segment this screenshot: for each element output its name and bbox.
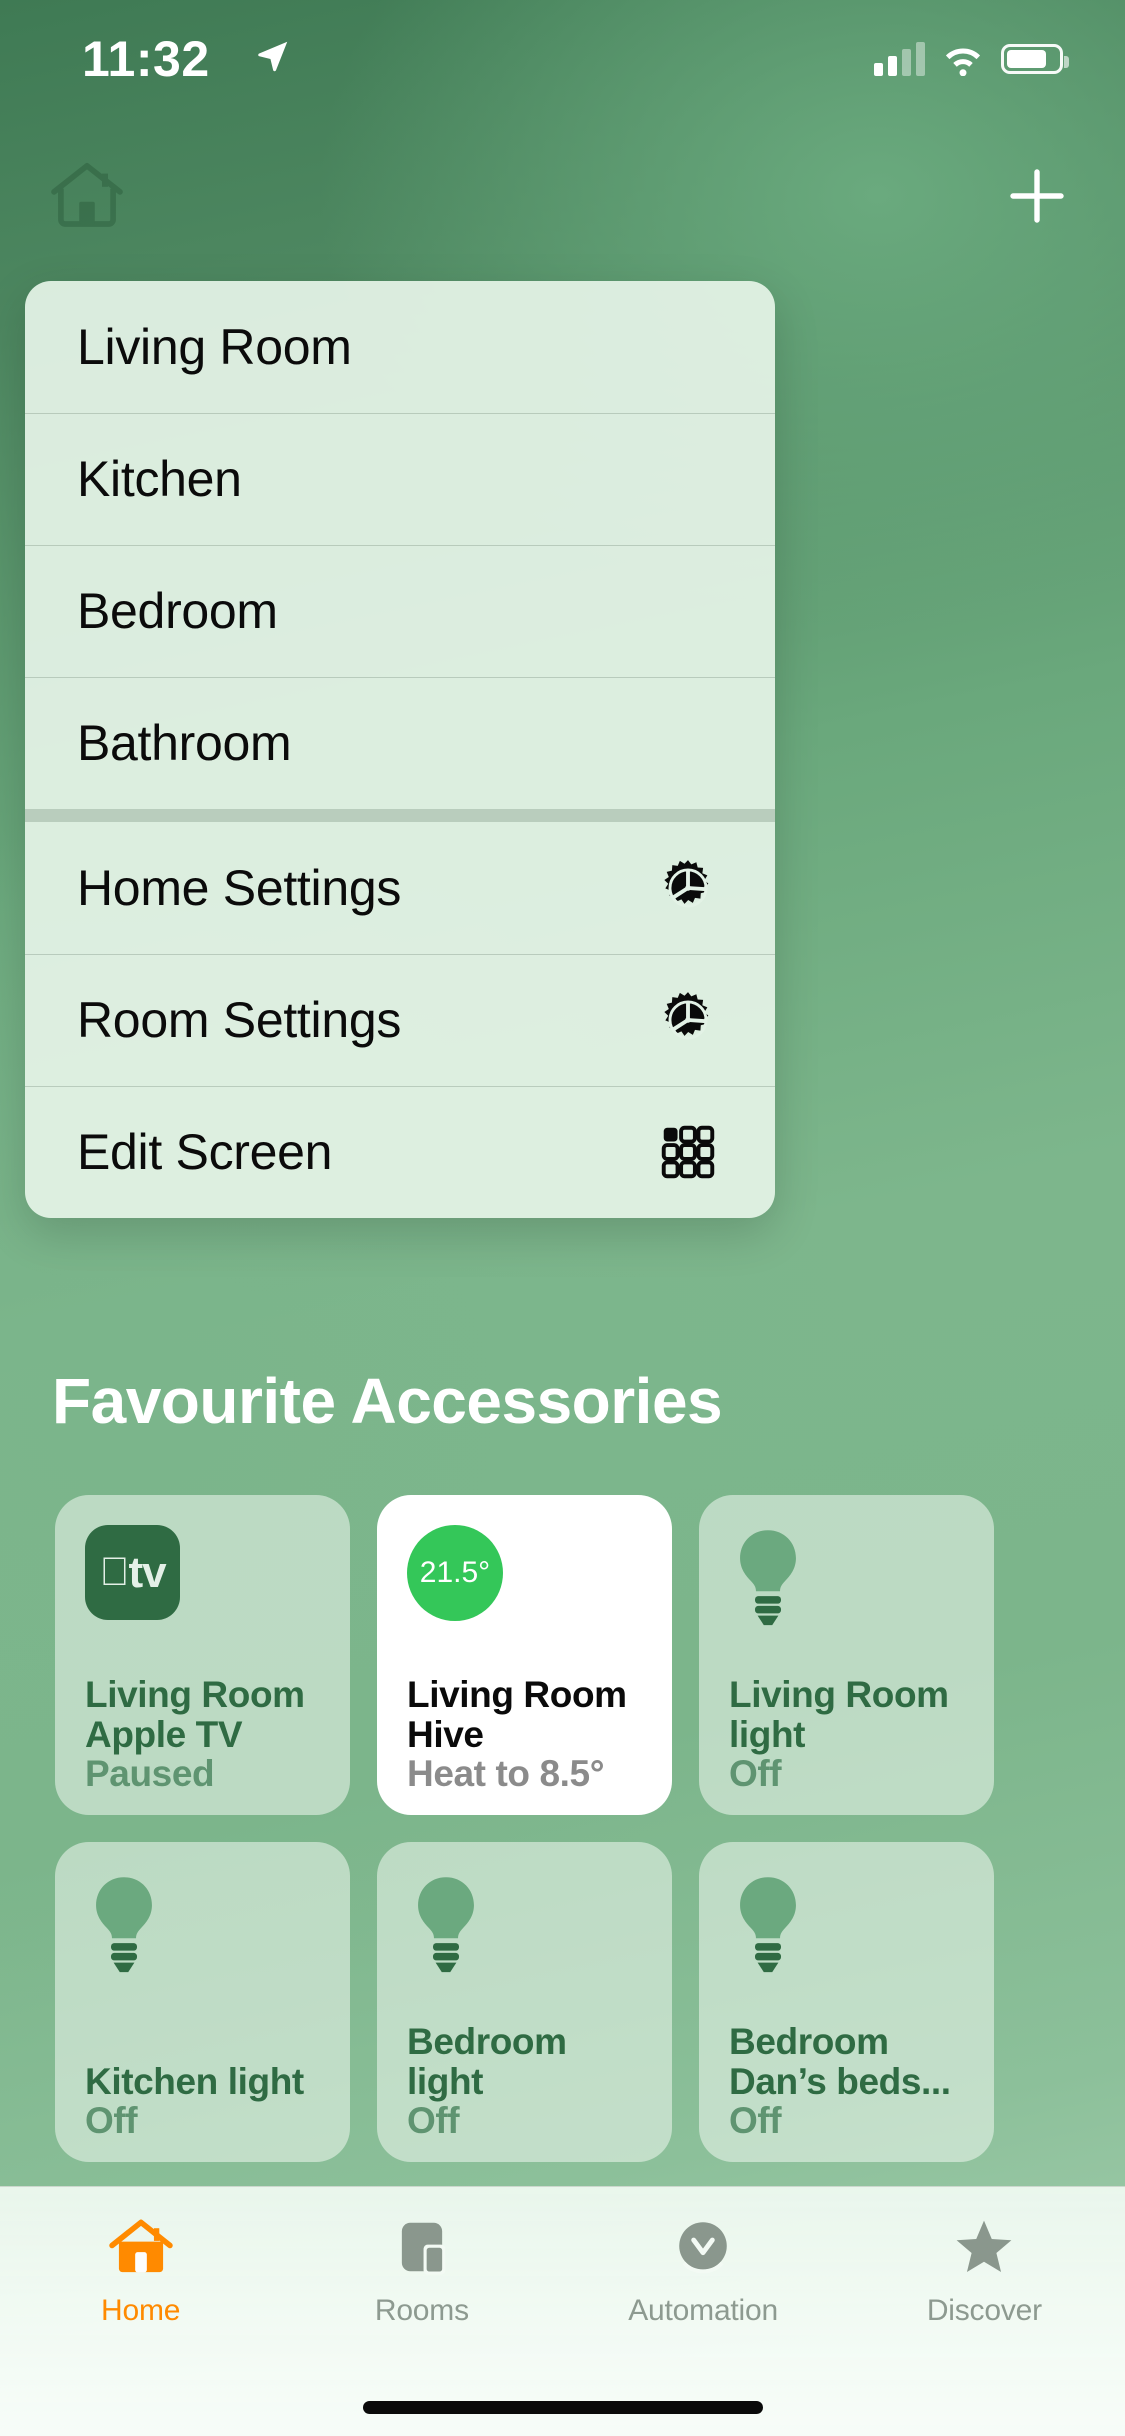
menu-item-label: Home Settings: [77, 860, 402, 916]
tab-rooms[interactable]: Rooms: [281, 2213, 562, 2328]
gear-icon: [655, 855, 721, 921]
gear-icon: [655, 987, 721, 1053]
rooms-icon: [391, 2213, 453, 2281]
accessory-name: Bedroom Dan’s beds...: [729, 2021, 951, 2102]
status-bar-indicators: [874, 42, 1069, 76]
section-title-favourite-accessories: Favourite Accessories: [52, 1365, 723, 1437]
clock-check-icon: [672, 2213, 734, 2281]
nav-header: [0, 150, 1125, 260]
tab-automation[interactable]: Automation: [563, 2213, 844, 2328]
menu-item-edit-screen[interactable]: Edit Screen: [25, 1086, 775, 1218]
menu-item-room-settings[interactable]: Room Settings: [25, 954, 775, 1086]
tab-label: Home: [101, 2294, 181, 2327]
menu-item-label: Edit Screen: [77, 1124, 333, 1180]
accessory-card-bedroom-dans-bedside[interactable]: Bedroom Dan’s beds... Off: [699, 1842, 994, 2162]
menu-item-label: Bedroom: [77, 583, 278, 639]
accessory-card-kitchen-light[interactable]: Kitchen light Off: [55, 1842, 350, 2162]
apple-tv-icon: tv: [85, 1525, 324, 1633]
lightbulb-icon: [729, 1525, 968, 1633]
home-context-menu[interactable]: Living Room Kitchen Bedroom Bathroom Hom…: [25, 281, 775, 1218]
menu-item-kitchen[interactable]: Kitchen: [25, 413, 775, 545]
menu-item-bathroom[interactable]: Bathroom: [25, 677, 775, 809]
menu-item-living-room[interactable]: Living Room: [25, 281, 775, 413]
tab-home[interactable]: Home: [0, 2213, 281, 2328]
status-bar: 11:32: [0, 0, 1125, 132]
accessory-name: Kitchen light: [85, 2060, 304, 2102]
menu-item-label: Room Settings: [77, 992, 402, 1048]
tab-label: Rooms: [374, 2294, 469, 2327]
lightbulb-icon: [407, 1872, 646, 1980]
plus-icon[interactable]: [1001, 160, 1073, 237]
cellular-bars-icon: [874, 42, 925, 76]
accessory-state: Off: [729, 2099, 782, 2141]
accessory-state: Heat to 8.5°: [407, 1752, 605, 1794]
menu-item-bedroom[interactable]: Bedroom: [25, 545, 775, 677]
accessory-name: Living Room Apple TV: [85, 1674, 305, 1755]
accessory-state: Off: [85, 2099, 138, 2141]
accessory-card-bedroom-light[interactable]: Bedroom light Off: [377, 1842, 672, 2162]
tab-label: Automation: [628, 2294, 778, 2327]
lightbulb-icon: [729, 1872, 968, 1980]
tab-bar: Home Rooms Automation Discover: [0, 2186, 1125, 2436]
house-icon: [108, 2213, 174, 2281]
wifi-icon: [945, 48, 981, 76]
location-arrow-icon: [255, 38, 291, 79]
accessory-name: Living Room light: [729, 1674, 949, 1755]
menu-item-label: Living Room: [77, 319, 352, 375]
star-icon: [952, 2213, 1016, 2281]
accessory-card-apple-tv[interactable]: tv Living Room Apple TV Paused: [55, 1495, 350, 1815]
menu-item-label: Bathroom: [77, 715, 292, 771]
apple-tv-icon-label: tv: [113, 1547, 166, 1597]
tab-discover[interactable]: Discover: [844, 2213, 1125, 2328]
accessory-state: Off: [407, 2099, 460, 2141]
accessory-name: Bedroom light: [407, 2021, 567, 2102]
thermostat-temperature: 21.5°: [419, 1556, 491, 1589]
menu-separator: [25, 809, 775, 822]
tab-label: Discover: [926, 2294, 1042, 2327]
accessory-name: Living Room Hive: [407, 1674, 627, 1755]
accessory-state: Paused: [85, 1752, 215, 1794]
menu-item-label: Kitchen: [77, 451, 242, 507]
accessory-state: Off: [729, 1752, 782, 1794]
accessory-card-living-room-light[interactable]: Living Room light Off: [699, 1495, 994, 1815]
thermostat-icon: 21.5°: [407, 1525, 646, 1633]
accessory-card-hive-thermostat[interactable]: 21.5° Living Room Hive Heat to 8.5°: [377, 1495, 672, 1815]
battery-icon: [1001, 44, 1069, 74]
house-icon[interactable]: [48, 158, 126, 235]
grid-icon: [655, 1119, 721, 1185]
favourite-accessories-grid: tv Living Room Apple TV Paused 21.5° Li…: [55, 1495, 1070, 2162]
home-indicator[interactable]: [362, 2401, 763, 2414]
menu-item-home-settings[interactable]: Home Settings: [25, 822, 775, 954]
lightbulb-icon: [85, 1872, 324, 1980]
status-bar-time: 11:32: [82, 31, 210, 87]
